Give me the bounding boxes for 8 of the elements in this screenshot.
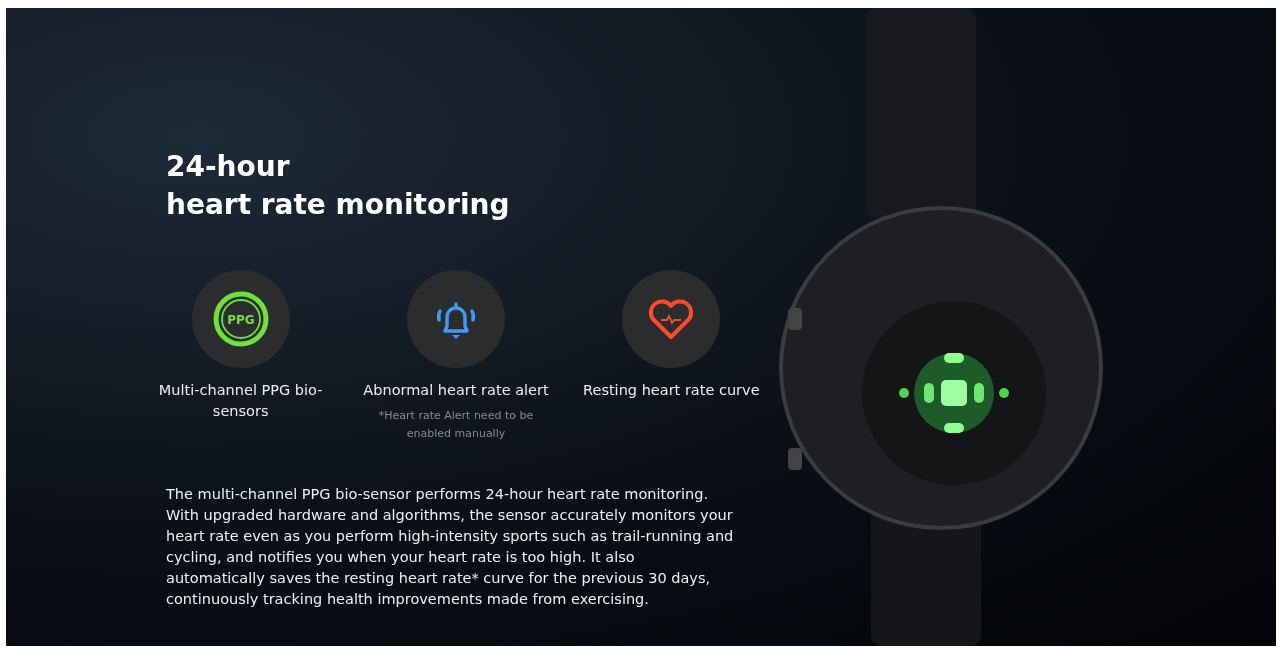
heart-pulse-icon bbox=[647, 297, 696, 341]
ppg-label: PPG bbox=[226, 312, 255, 327]
section-heading: 24-hour heart rate monitoring bbox=[166, 149, 511, 223]
feature-label: Multi-channel PPG bio-sensors bbox=[157, 381, 324, 421]
feature-label: Resting heart rate curve bbox=[583, 381, 760, 400]
feature-note: *Heart rate Alert need to be enabled manually bbox=[377, 408, 535, 442]
description-paragraph: The multi-channel PPG bio-sensor performs 24-hour heart rate monitoring. With upgraded hardware and algorithms, the sensor accurately monitors your heart rate even as you perform high-intensity sports such as trail-running and cycling, and notifies you when your heart rate is too high. It also automatically saves the resting heart rate* curve for the previous 30 days, continuously tracking health improvements made from exercising. bbox=[166, 485, 735, 609]
feature-label: Abnormal heart rate alert bbox=[363, 381, 549, 400]
